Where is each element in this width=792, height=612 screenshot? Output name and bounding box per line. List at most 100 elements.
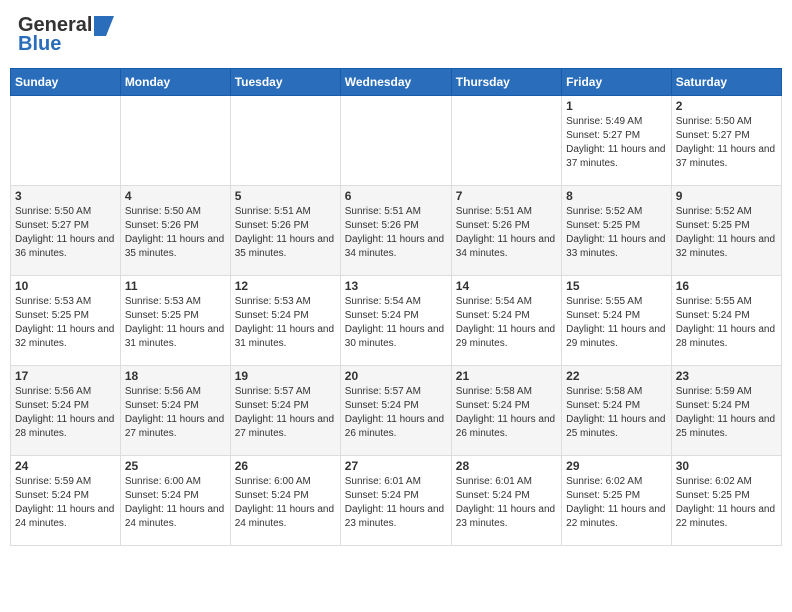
week-row-4: 17Sunrise: 5:56 AM Sunset: 5:24 PM Dayli…: [11, 366, 782, 456]
logo: General Blue: [18, 14, 114, 56]
day-info: Sunrise: 6:00 AM Sunset: 5:24 PM Dayligh…: [125, 475, 226, 531]
calendar-cell: [340, 96, 451, 186]
weekday-header-tuesday: Tuesday: [230, 69, 340, 96]
day-info: Sunrise: 5:50 AM Sunset: 5:26 PM Dayligh…: [125, 205, 226, 261]
calendar-cell: 26Sunrise: 6:00 AM Sunset: 5:24 PM Dayli…: [230, 456, 340, 546]
day-number: 7: [456, 189, 557, 203]
day-info: Sunrise: 5:58 AM Sunset: 5:24 PM Dayligh…: [456, 385, 557, 441]
day-info: Sunrise: 5:51 AM Sunset: 5:26 PM Dayligh…: [456, 205, 557, 261]
calendar-cell: [11, 96, 121, 186]
day-number: 1: [566, 99, 667, 113]
calendar-cell: 12 Sunrise: 5:53 AM Sunset: 5:24 PM Dayli…: [230, 276, 340, 366]
calendar-cell: 28Sunrise: 6:01 AM Sunset: 5:24 PM Dayli…: [451, 456, 561, 546]
day-info: Sunrise: 5:53 AM Sunset: 5:25 PM Dayligh…: [125, 295, 226, 351]
day-info: Sunrise: 5:56 AM Sunset: 5:24 PM Dayligh…: [15, 385, 116, 441]
calendar-cell: 2 Sunrise: 5:50 AM Sunset: 5:27 PM Daylig…: [671, 96, 781, 186]
day-number: 5: [235, 189, 336, 203]
day-info: Sunrise: 6:00 AM Sunset: 5:24 PM Dayligh…: [235, 475, 336, 531]
day-number: 29: [566, 459, 667, 473]
calendar-cell: 3 Sunrise: 5:50 AM Sunset: 5:27 PM Daylig…: [11, 186, 121, 276]
week-row-1: 1 Sunrise: 5:49 AM Sunset: 5:27 PM Daylig…: [11, 96, 782, 186]
week-row-5: 24 Sunrise: 5:59 AM Sunset: 5:24 PM Dayli…: [11, 456, 782, 546]
day-number: 21: [456, 369, 557, 383]
weekday-header-friday: Friday: [562, 69, 672, 96]
calendar-cell: 10Sunrise: 5:53 AM Sunset: 5:25 PM Dayli…: [11, 276, 121, 366]
day-info: Sunrise: 5:52 AM Sunset: 5:25 PM Dayligh…: [676, 205, 777, 261]
day-info: Sunrise: 5:54 AM Sunset: 5:24 PM Dayligh…: [456, 295, 557, 351]
day-info: Sunrise: 5:50 AM Sunset: 5:27 PM Dayligh…: [15, 205, 116, 261]
weekday-header-monday: Monday: [120, 69, 230, 96]
day-number: 19: [235, 369, 336, 383]
calendar-table: SundayMondayTuesdayWednesdayThursdayFrid…: [10, 68, 782, 546]
day-number: 6: [345, 189, 447, 203]
day-number: 3: [15, 189, 116, 203]
day-number: 18: [125, 369, 226, 383]
day-info: Sunrise: 5:59 AM Sunset: 5:24 PM Dayligh…: [15, 475, 116, 531]
day-info: Sunrise: 5:56 AM Sunset: 5:24 PM Dayligh…: [125, 385, 226, 441]
day-info: Sunrise: 5:50 AM Sunset: 5:27 PM Dayligh…: [676, 115, 777, 171]
day-info: Sunrise: 6:01 AM Sunset: 5:24 PM Dayligh…: [345, 475, 447, 531]
calendar-cell: 16 Sunrise: 5:55 AM Sunset: 5:24 PM Dayli…: [671, 276, 781, 366]
calendar-cell: 21 Sunrise: 5:58 AM Sunset: 5:24 PM Dayli…: [451, 366, 561, 456]
day-info: Sunrise: 5:57 AM Sunset: 5:24 PM Dayligh…: [345, 385, 447, 441]
calendar-cell: 25 Sunrise: 6:00 AM Sunset: 5:24 PM Dayli…: [120, 456, 230, 546]
day-info: Sunrise: 5:59 AM Sunset: 5:24 PM Dayligh…: [676, 385, 777, 441]
day-info: Sunrise: 5:49 AM Sunset: 5:27 PM Dayligh…: [566, 115, 667, 171]
logo-icon: [94, 16, 114, 36]
day-number: 24: [15, 459, 116, 473]
calendar-cell: [120, 96, 230, 186]
day-number: 30: [676, 459, 777, 473]
day-number: 4: [125, 189, 226, 203]
day-info: Sunrise: 5:55 AM Sunset: 5:24 PM Dayligh…: [676, 295, 777, 351]
calendar-cell: 11 Sunrise: 5:53 AM Sunset: 5:25 PM Dayli…: [120, 276, 230, 366]
calendar-cell: 20 Sunrise: 5:57 AM Sunset: 5:24 PM Dayli…: [340, 366, 451, 456]
weekday-header-row: SundayMondayTuesdayWednesdayThursdayFrid…: [11, 69, 782, 96]
day-info: Sunrise: 5:51 AM Sunset: 5:26 PM Dayligh…: [345, 205, 447, 261]
calendar-cell: 19 Sunrise: 5:57 AM Sunset: 5:24 PM Dayli…: [230, 366, 340, 456]
week-row-2: 3 Sunrise: 5:50 AM Sunset: 5:27 PM Daylig…: [11, 186, 782, 276]
day-info: Sunrise: 5:51 AM Sunset: 5:26 PM Dayligh…: [235, 205, 336, 261]
day-number: 16: [676, 279, 777, 293]
calendar-cell: 23 Sunrise: 5:59 AM Sunset: 5:24 PM Dayli…: [671, 366, 781, 456]
day-info: Sunrise: 5:55 AM Sunset: 5:24 PM Dayligh…: [566, 295, 667, 351]
calendar-cell: 7 Sunrise: 5:51 AM Sunset: 5:26 PM Daylig…: [451, 186, 561, 276]
calendar-cell: 30 Sunrise: 6:02 AM Sunset: 5:25 PM Dayli…: [671, 456, 781, 546]
calendar-cell: 27 Sunrise: 6:01 AM Sunset: 5:24 PM Dayli…: [340, 456, 451, 546]
day-number: 20: [345, 369, 447, 383]
day-number: 15: [566, 279, 667, 293]
day-info: Sunrise: 5:53 AM Sunset: 5:24 PM Dayligh…: [235, 295, 336, 351]
day-info: Sunrise: 5:52 AM Sunset: 5:25 PM Dayligh…: [566, 205, 667, 261]
calendar-cell: 17Sunrise: 5:56 AM Sunset: 5:24 PM Dayli…: [11, 366, 121, 456]
day-number: 28: [456, 459, 557, 473]
day-info: Sunrise: 5:57 AM Sunset: 5:24 PM Dayligh…: [235, 385, 336, 441]
calendar-cell: 15 Sunrise: 5:55 AM Sunset: 5:24 PM Dayli…: [562, 276, 672, 366]
calendar-cell: 24 Sunrise: 5:59 AM Sunset: 5:24 PM Dayli…: [11, 456, 121, 546]
day-number: 14: [456, 279, 557, 293]
day-number: 12: [235, 279, 336, 293]
day-number: 11: [125, 279, 226, 293]
day-number: 27: [345, 459, 447, 473]
weekday-header-thursday: Thursday: [451, 69, 561, 96]
calendar-cell: 22Sunrise: 5:58 AM Sunset: 5:24 PM Dayli…: [562, 366, 672, 456]
day-number: 2: [676, 99, 777, 113]
calendar-cell: 4 Sunrise: 5:50 AM Sunset: 5:26 PM Daylig…: [120, 186, 230, 276]
calendar-cell: 9Sunrise: 5:52 AM Sunset: 5:25 PM Daylig…: [671, 186, 781, 276]
calendar-cell: 29 Sunrise: 6:02 AM Sunset: 5:25 PM Dayli…: [562, 456, 672, 546]
week-row-3: 10Sunrise: 5:53 AM Sunset: 5:25 PM Dayli…: [11, 276, 782, 366]
weekday-header-sunday: Sunday: [11, 69, 121, 96]
day-info: Sunrise: 5:54 AM Sunset: 5:24 PM Dayligh…: [345, 295, 447, 351]
weekday-header-saturday: Saturday: [671, 69, 781, 96]
day-info: Sunrise: 6:02 AM Sunset: 5:25 PM Dayligh…: [566, 475, 667, 531]
calendar-cell: 5 Sunrise: 5:51 AM Sunset: 5:26 PM Daylig…: [230, 186, 340, 276]
calendar-cell: [451, 96, 561, 186]
day-info: Sunrise: 5:58 AM Sunset: 5:24 PM Dayligh…: [566, 385, 667, 441]
day-number: 25: [125, 459, 226, 473]
day-info: Sunrise: 6:02 AM Sunset: 5:25 PM Dayligh…: [676, 475, 777, 531]
day-number: 23: [676, 369, 777, 383]
calendar-cell: 8Sunrise: 5:52 AM Sunset: 5:25 PM Daylig…: [562, 186, 672, 276]
calendar-cell: 6 Sunrise: 5:51 AM Sunset: 5:26 PM Daylig…: [340, 186, 451, 276]
logo-blue-text: Blue: [18, 33, 61, 56]
weekday-header-wednesday: Wednesday: [340, 69, 451, 96]
calendar-cell: 1 Sunrise: 5:49 AM Sunset: 5:27 PM Daylig…: [562, 96, 672, 186]
calendar-cell: 18 Sunrise: 5:56 AM Sunset: 5:24 PM Dayli…: [120, 366, 230, 456]
